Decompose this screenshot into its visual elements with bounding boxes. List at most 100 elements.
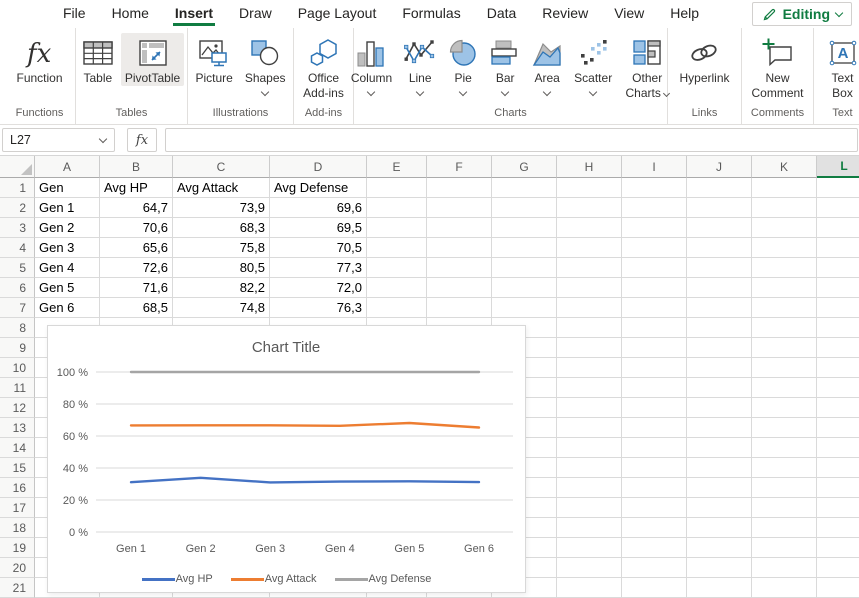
cell-J19[interactable] [687,538,752,558]
hyperlink-button[interactable]: Hyperlink [675,33,733,86]
cell-F6[interactable] [427,278,492,298]
cell-J5[interactable] [687,258,752,278]
cell-C1[interactable]: Avg Attack [173,178,270,198]
bar-button[interactable]: Bar [486,33,524,95]
cell-D5[interactable]: 77,3 [270,258,367,278]
cell-F5[interactable] [427,258,492,278]
cell-J21[interactable] [687,578,752,598]
cell-B7[interactable]: 68,5 [100,298,173,318]
column-header-A[interactable]: A [35,156,100,178]
cell-L14[interactable] [817,438,859,458]
cell-J20[interactable] [687,558,752,578]
tab-formulas[interactable]: Formulas [389,0,473,28]
cell-L5[interactable] [817,258,859,278]
cell-G2[interactable] [492,198,557,218]
cell-H7[interactable] [557,298,622,318]
cell-I12[interactable] [622,398,687,418]
cell-K19[interactable] [752,538,817,558]
line-button[interactable]: Line [400,33,440,95]
cell-E5[interactable] [367,258,427,278]
row-header-20[interactable]: 20 [0,558,35,578]
area-button[interactable]: Area [528,33,566,95]
pie-button[interactable]: Pie [444,33,482,95]
row-header-5[interactable]: 5 [0,258,35,278]
cell-G5[interactable] [492,258,557,278]
cell-I14[interactable] [622,438,687,458]
tab-insert[interactable]: Insert [162,0,226,28]
row-header-12[interactable]: 12 [0,398,35,418]
scatter-button[interactable]: Scatter [570,33,616,95]
cell-C5[interactable]: 80,5 [173,258,270,278]
embedded-chart[interactable]: Chart Title0 %20 %40 %60 %80 %100 %Gen 1… [47,325,526,593]
cell-D3[interactable]: 69,5 [270,218,367,238]
cell-A7[interactable]: Gen 6 [35,298,100,318]
cell-I4[interactable] [622,238,687,258]
row-header-8[interactable]: 8 [0,318,35,338]
cell-K18[interactable] [752,518,817,538]
cell-E2[interactable] [367,198,427,218]
cell-A2[interactable]: Gen 1 [35,198,100,218]
cell-G7[interactable] [492,298,557,318]
cell-L20[interactable] [817,558,859,578]
cell-J2[interactable] [687,198,752,218]
row-header-1[interactable]: 1 [0,178,35,198]
cell-A6[interactable]: Gen 5 [35,278,100,298]
cell-I6[interactable] [622,278,687,298]
cell-K11[interactable] [752,378,817,398]
cell-L10[interactable] [817,358,859,378]
tab-view[interactable]: View [601,0,657,28]
pivottable-button[interactable]: PivotTable [121,33,184,86]
tab-review[interactable]: Review [529,0,601,28]
tab-file[interactable]: File [50,0,99,28]
select-all-corner[interactable] [0,156,35,178]
row-header-7[interactable]: 7 [0,298,35,318]
cell-K10[interactable] [752,358,817,378]
tab-page-layout[interactable]: Page Layout [285,0,390,28]
cell-K2[interactable] [752,198,817,218]
cell-L1[interactable] [817,178,859,198]
cell-F3[interactable] [427,218,492,238]
row-header-3[interactable]: 3 [0,218,35,238]
cell-H18[interactable] [557,518,622,538]
cell-I2[interactable] [622,198,687,218]
row-header-15[interactable]: 15 [0,458,35,478]
cell-L17[interactable] [817,498,859,518]
cell-F2[interactable] [427,198,492,218]
cell-H9[interactable] [557,338,622,358]
office-add-ins-button[interactable]: Office Add-ins [294,33,354,101]
cell-J15[interactable] [687,458,752,478]
cell-I21[interactable] [622,578,687,598]
cell-B1[interactable]: Avg HP [100,178,173,198]
tab-home[interactable]: Home [99,0,162,28]
table-button[interactable]: Table [79,33,117,86]
column-header-H[interactable]: H [557,156,622,178]
cell-C7[interactable]: 74,8 [173,298,270,318]
cell-K21[interactable] [752,578,817,598]
cell-I7[interactable] [622,298,687,318]
column-header-J[interactable]: J [687,156,752,178]
cell-I17[interactable] [622,498,687,518]
row-header-6[interactable]: 6 [0,278,35,298]
cell-J4[interactable] [687,238,752,258]
cell-L21[interactable] [817,578,859,598]
row-header-9[interactable]: 9 [0,338,35,358]
cell-K12[interactable] [752,398,817,418]
cell-D2[interactable]: 69,6 [270,198,367,218]
cell-J3[interactable] [687,218,752,238]
cell-L4[interactable] [817,238,859,258]
cell-D7[interactable]: 76,3 [270,298,367,318]
cell-H10[interactable] [557,358,622,378]
cell-C6[interactable]: 82,2 [173,278,270,298]
function-button[interactable]: fxFunction [12,33,66,86]
row-header-17[interactable]: 17 [0,498,35,518]
editing-mode-button[interactable]: Editing [752,2,852,26]
cell-K9[interactable] [752,338,817,358]
cell-H20[interactable] [557,558,622,578]
column-header-L[interactable]: L [817,156,859,178]
cell-I19[interactable] [622,538,687,558]
cell-L7[interactable] [817,298,859,318]
cell-K8[interactable] [752,318,817,338]
cell-J1[interactable] [687,178,752,198]
cell-L8[interactable] [817,318,859,338]
column-header-D[interactable]: D [270,156,367,178]
